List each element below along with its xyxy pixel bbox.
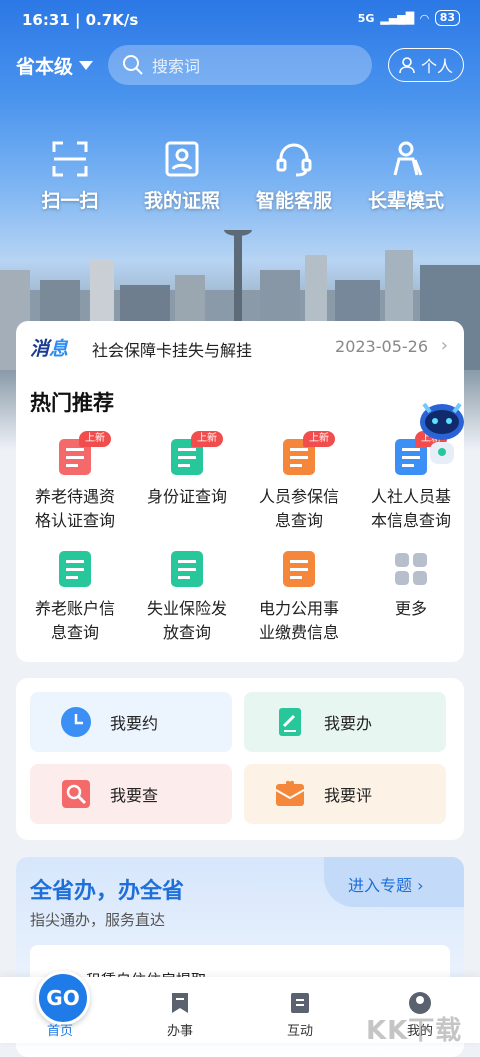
service-icon <box>279 549 319 589</box>
enter-topic-label: 进入专题 <box>348 876 413 895</box>
quick-actions: 扫一扫 我的证照 智能客服 长辈模式 <box>0 140 480 220</box>
clock-icon <box>61 707 91 737</box>
quick-service[interactable]: 智能客服 <box>244 140 344 213</box>
new-badge: 上新 <box>303 431 335 447</box>
message-bar[interactable]: 消息 社会保障卡挂失与解挂 2023-05-26 › <box>16 321 464 374</box>
headset-icon <box>276 143 312 177</box>
hot-service-label: 养老待遇资格认证查询 <box>34 487 115 530</box>
grid-more-icon <box>391 549 431 589</box>
signal-indicator: 5G <box>357 11 375 25</box>
hot-recommend-card: 热门推荐 上新 养老待遇资格认证查询 上新 身份证查询 上新 人员参保信息查询 上新 人社人员… <box>16 373 464 662</box>
chevron-right-icon: › <box>440 335 448 356</box>
action-query[interactable]: 我要查 <box>30 764 232 824</box>
service-icon: 上新 <box>279 431 335 477</box>
quick-service-label: 智能客服 <box>255 190 332 212</box>
hot-service-label: 更多 <box>394 599 427 618</box>
service-icon: 上新 <box>167 431 223 477</box>
tab-affairs-label: 办事 <box>166 1024 193 1039</box>
enter-topic-button[interactable]: 进入专题 › <box>324 857 464 907</box>
wifi-icon: ◠ <box>420 11 429 25</box>
hot-service-item[interactable]: 上新养老待遇资格认证查询 <box>20 431 130 533</box>
home-logo-icon: GO <box>36 971 90 1025</box>
action-evaluate[interactable]: 我要评 <box>244 764 446 824</box>
action-appointment-label: 我要约 <box>110 714 159 733</box>
quick-my-license-label: 我的证照 <box>143 190 220 212</box>
tab-home-label: 首页 <box>46 1024 73 1039</box>
quick-elder-mode[interactable]: 长辈模式 <box>356 140 456 213</box>
personal-label: 个人 <box>420 57 453 76</box>
tab-home[interactable]: GO 首页 <box>0 971 120 1043</box>
search-placeholder: 搜索词 <box>152 57 201 76</box>
hot-service-item[interactable]: 更多 <box>356 549 466 621</box>
tab-affairs[interactable]: 办事 <box>120 977 240 1043</box>
hot-service-label: 人社人员基本信息查询 <box>370 487 451 530</box>
actions-card: 我要约 我要办 我要查 我要评 <box>16 678 464 840</box>
personal-switch-button[interactable]: 个人 <box>388 48 464 82</box>
status-time: 16:31 | 0.7K/s <box>22 11 139 29</box>
elder-icon <box>393 141 423 176</box>
message-date: 2023-05-26 <box>335 337 428 356</box>
region-selector[interactable]: 省本级 <box>16 52 94 79</box>
battery-indicator: 83 <box>434 10 460 26</box>
tab-interact-label: 互动 <box>286 1024 313 1039</box>
bookmark-icon <box>172 993 188 1013</box>
hot-service-item[interactable]: 上新人员参保信息查询 <box>244 431 354 533</box>
status-bar: 16:31 | 0.7K/s 5G ▂▄▆█ ◠ 83 <box>0 0 480 40</box>
hot-service-item[interactable]: 上新身份证查询 <box>132 431 242 509</box>
service-icon <box>167 549 207 589</box>
action-query-label: 我要查 <box>110 786 159 805</box>
dropdown-icon <box>79 61 94 70</box>
user-icon <box>399 57 415 74</box>
province-title: 全省办，办全省 <box>30 879 185 904</box>
action-handle[interactable]: 我要办 <box>244 692 446 752</box>
top-bar: 省本级 搜索词 个人 <box>0 44 480 86</box>
id-card-icon <box>165 141 199 177</box>
action-evaluate-label: 我要评 <box>324 786 373 805</box>
quick-elder-mode-label: 长辈模式 <box>367 190 444 212</box>
hot-service-label: 人员参保信息查询 <box>258 487 339 530</box>
service-icon: 上新 <box>55 431 111 477</box>
new-badge: 上新 <box>79 431 111 447</box>
quick-scan-label: 扫一扫 <box>41 190 99 212</box>
search-icon <box>123 55 143 75</box>
service-icon <box>55 549 95 589</box>
message-text: 社会保障卡挂失与解挂 <box>92 341 253 360</box>
hot-service-item[interactable]: 失业保险发放查询 <box>132 549 242 645</box>
assistant-robot-icon[interactable] <box>414 388 470 468</box>
hot-service-label: 电力公用事业缴费信息 <box>258 599 339 642</box>
new-badge: 上新 <box>191 431 223 447</box>
message-tag: 消息 <box>30 338 69 360</box>
province-subtitle: 指尖通办，服务直达 <box>30 911 166 929</box>
hot-service-label: 身份证查询 <box>146 487 227 506</box>
search-doc-icon <box>62 780 90 808</box>
action-handle-label: 我要办 <box>324 714 373 733</box>
region-label: 省本级 <box>16 56 74 78</box>
hot-title: 热门推荐 <box>30 391 114 415</box>
quick-my-license[interactable]: 我的证照 <box>132 140 232 213</box>
scan-icon <box>52 141 88 177</box>
search-input[interactable]: 搜索词 <box>108 45 372 85</box>
hot-service-label: 失业保险发放查询 <box>146 599 227 642</box>
quick-scan[interactable]: 扫一扫 <box>20 140 120 213</box>
hot-service-item[interactable]: 电力公用事业缴费信息 <box>244 549 354 645</box>
hot-service-label: 养老账户信息查询 <box>34 599 115 642</box>
mail-heart-icon <box>275 780 305 806</box>
edit-doc-icon <box>279 708 301 736</box>
document-icon <box>291 993 309 1013</box>
action-appointment[interactable]: 我要约 <box>30 692 232 752</box>
hot-service-item[interactable]: 养老账户信息查询 <box>20 549 130 645</box>
signal-bars-icon: ▂▄▆█ <box>380 11 415 25</box>
tab-interact[interactable]: 互动 <box>240 977 360 1043</box>
watermark-text: KK下载 <box>366 1016 463 1046</box>
